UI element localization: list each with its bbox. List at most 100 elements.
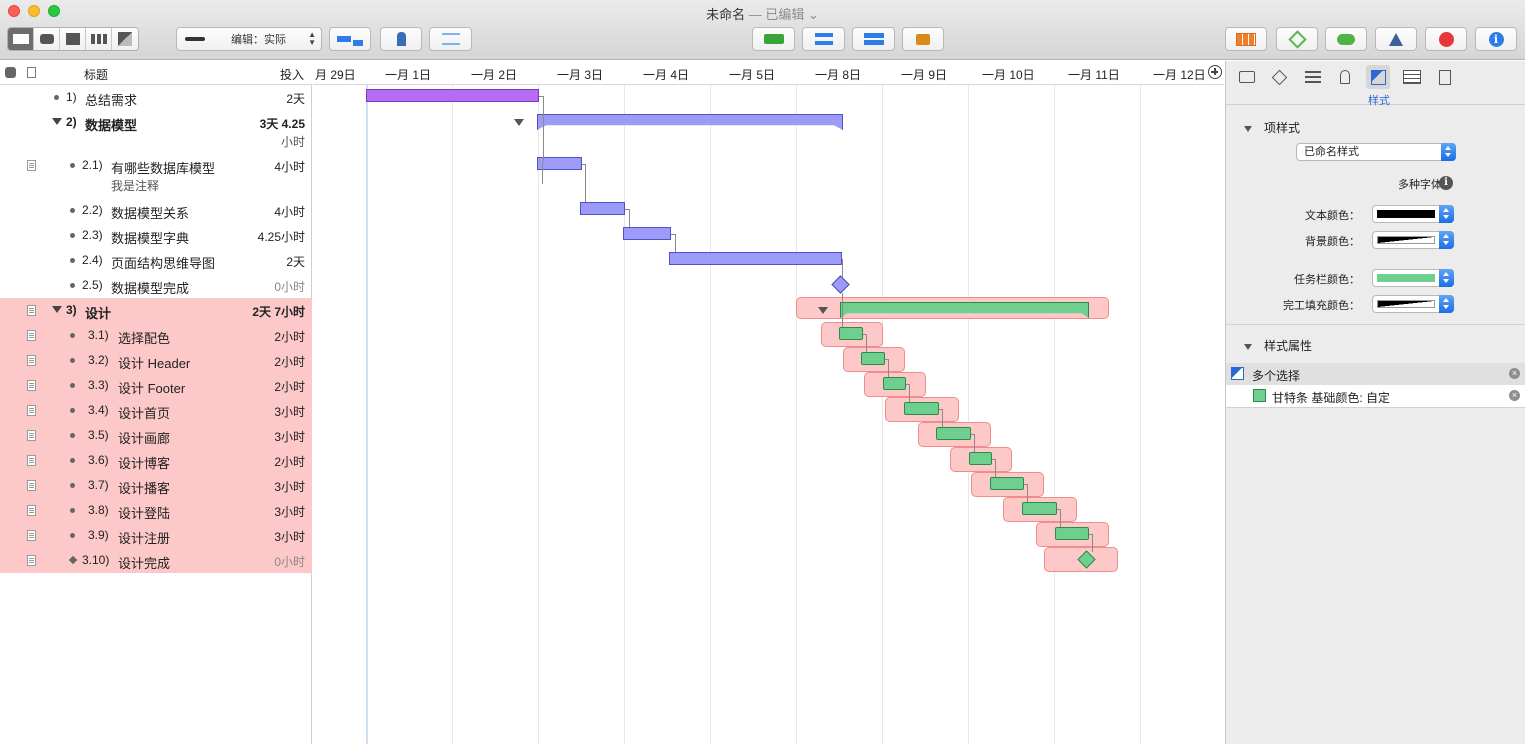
text-color-well[interactable] (1372, 205, 1454, 223)
alerts-button[interactable] (1375, 27, 1417, 51)
export-tab[interactable] (1433, 65, 1457, 89)
task-effort[interactable]: 3小时 (274, 503, 305, 520)
column-header-title[interactable]: 标题 (84, 66, 108, 83)
outline-row[interactable]: 3.9) 设计注册 3小时 (0, 523, 312, 548)
gantt-bar-task-3-9[interactable] (1055, 527, 1089, 540)
note-icon[interactable] (27, 330, 36, 341)
publish-button[interactable] (1325, 27, 1367, 51)
outline-row[interactable]: 3.3) 设计 Footer 2小时 (0, 373, 312, 398)
task-title[interactable]: 设计画廊 (118, 428, 170, 447)
named-style-popup[interactable]: 已命名样式 (1296, 143, 1456, 161)
zoom-in-icon[interactable] (1208, 65, 1222, 79)
gantt-bar-task-2-3[interactable] (623, 227, 671, 240)
task-title[interactable]: 总结需求 (85, 90, 137, 109)
task-tab[interactable] (1301, 65, 1325, 89)
gantt-bar-task-3-4[interactable] (904, 402, 939, 415)
note-icon[interactable] (27, 160, 36, 171)
stop-button[interactable] (1425, 27, 1467, 51)
assign-resource-button[interactable] (380, 27, 422, 51)
resource-tab[interactable] (1333, 65, 1357, 89)
project-tab[interactable] (1235, 65, 1259, 89)
note-icon[interactable] (27, 430, 36, 441)
gantt-bar-task-2-2[interactable] (580, 202, 625, 215)
gantt-bar-task-3-1[interactable] (839, 327, 863, 340)
task-effort[interactable]: 2小时 (274, 328, 305, 345)
task-title[interactable]: 设计播客 (118, 478, 170, 497)
background-color-well[interactable] (1372, 231, 1454, 249)
task-title[interactable]: 设计 Header (118, 353, 190, 372)
task-effort[interactable]: 2天 (286, 90, 305, 107)
task-title[interactable]: 设计 Footer (118, 378, 185, 397)
table-tab[interactable] (1400, 65, 1424, 89)
outline-row[interactable]: 3.2) 设计 Header 2小时 (0, 348, 312, 373)
task-title[interactable]: 设计注册 (118, 528, 170, 547)
task-effort[interactable]: 4小时 (274, 203, 305, 220)
catch-up-button[interactable] (752, 27, 795, 51)
note-icon[interactable] (27, 455, 36, 466)
task-effort[interactable]: 3小时 (274, 428, 305, 445)
task-effort[interactable]: 3小时 (274, 403, 305, 420)
level-button[interactable] (429, 27, 472, 51)
reschedule-button[interactable] (852, 27, 895, 51)
collapse-triangle-icon[interactable] (818, 307, 828, 314)
note-icon[interactable] (27, 305, 36, 316)
snapshot-button[interactable] (902, 27, 944, 51)
style-attributes-section-header[interactable]: 样式属性 (1244, 337, 1312, 354)
task-title[interactable]: 数据模型完成 (111, 278, 189, 297)
edit-mode-popup[interactable]: 编辑：实际 ▲ ▼ (176, 27, 322, 51)
outline-row[interactable]: 1) 总结需求 2天 (0, 85, 312, 110)
outline-row[interactable]: 2.3) 数据模型字典 4.25小时 (0, 223, 312, 248)
info-icon[interactable]: i (1439, 176, 1453, 190)
outline-row[interactable]: 3.5) 设计画廊 3小时 (0, 423, 312, 448)
task-effort[interactable]: 0小时 (274, 278, 305, 295)
gantt-bar-task-3-3[interactable] (883, 377, 906, 390)
item-style-section-header[interactable]: 项样式 (1244, 119, 1300, 136)
network-view-button[interactable] (86, 28, 112, 50)
task-title[interactable]: 设计博客 (118, 453, 170, 472)
task-effort[interactable]: 4小时 (274, 158, 305, 175)
task-title[interactable]: 有哪些数据库模型 (111, 158, 215, 177)
task-effort[interactable]: 2天 7小时 (252, 303, 305, 320)
gantt-bar-task-3-5[interactable] (936, 427, 971, 440)
gantt-bar-task-3-7[interactable] (990, 477, 1024, 490)
task-effort[interactable]: 2小时 (274, 378, 305, 395)
milestone-tab[interactable] (1267, 65, 1291, 89)
task-title[interactable]: 设计登陆 (118, 503, 170, 522)
outline-row[interactable]: 2.4) 页面结构思维导图 2天 (0, 248, 312, 273)
disclosure-triangle-icon[interactable] (52, 306, 62, 313)
outline-row[interactable]: 2.2) 数据模型关系 4小时 (0, 198, 312, 223)
task-effort[interactable]: 2小时 (274, 353, 305, 370)
multi-select-row[interactable]: 多个选择 × (1226, 363, 1525, 385)
note-icon[interactable] (27, 405, 36, 416)
taskbar-color-well[interactable] (1372, 269, 1454, 287)
split-task-button[interactable] (802, 27, 845, 51)
task-effort[interactable]: 2小时 (274, 453, 305, 470)
style-tab[interactable] (1366, 65, 1390, 89)
task-title[interactable]: 设计 (85, 303, 111, 322)
task-title[interactable]: 数据模型 (85, 115, 137, 134)
outline-row[interactable]: 2.5) 数据模型完成 0小时 (0, 273, 312, 298)
gantt-bar-task-3-2[interactable] (861, 352, 885, 365)
resource-view-button[interactable] (34, 28, 60, 50)
calendar-view-button[interactable] (60, 28, 86, 50)
note-icon[interactable] (27, 530, 36, 541)
note-icon[interactable] (27, 380, 36, 391)
task-effort[interactable]: 0小时 (274, 553, 305, 570)
outline-row[interactable]: 3.4) 设计首页 3小时 (0, 398, 312, 423)
task-effort[interactable]: 3小时 (274, 528, 305, 545)
style-property-row[interactable]: 甘特条 基础颜色: 自定 × (1226, 385, 1525, 407)
outline-row[interactable]: 2) 数据模型 3天 4.25 小时 (0, 110, 312, 153)
gantt-milestone-2-5[interactable] (831, 275, 850, 294)
outline-row[interactable]: 3.1) 选择配色 2小时 (0, 323, 312, 348)
disclosure-triangle-icon[interactable] (52, 118, 62, 125)
inspector-toggle-button[interactable]: i (1475, 27, 1517, 51)
collapse-triangle-icon[interactable] (514, 119, 524, 126)
gantt-bar-task-1[interactable] (366, 89, 539, 102)
task-view-button[interactable] (8, 28, 34, 50)
note-icon[interactable] (27, 355, 36, 366)
remove-icon[interactable]: × (1509, 368, 1520, 379)
task-effort[interactable]: 4.25小时 (258, 228, 305, 245)
table-export-button[interactable] (1225, 27, 1267, 51)
outline-row[interactable]: 3.8) 设计登陆 3小时 (0, 498, 312, 523)
task-title[interactable]: 选择配色 (118, 328, 170, 347)
